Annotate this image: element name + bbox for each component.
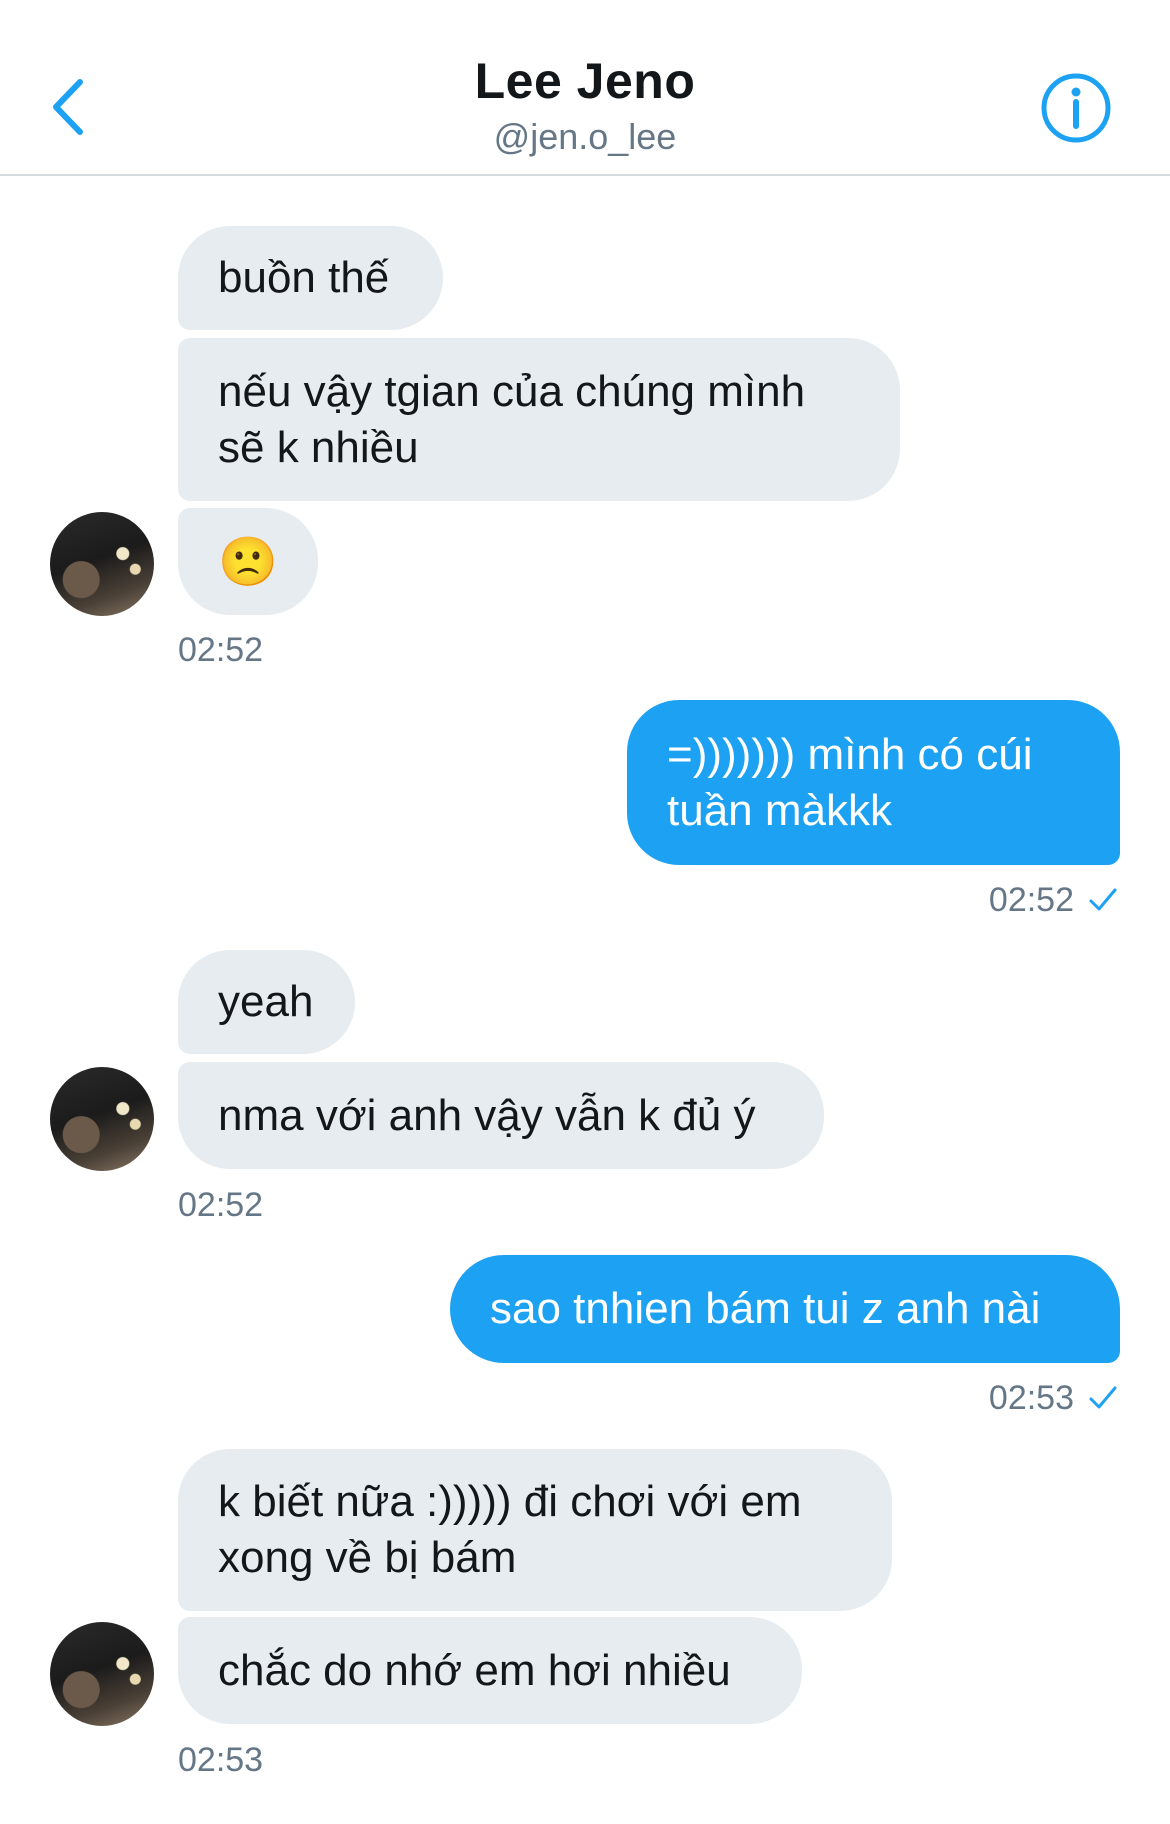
- message-timestamp: 02:52: [178, 631, 264, 669]
- avatar[interactable]: [50, 512, 154, 616]
- message-text: sao tnhien bám tui z anh nài: [490, 1284, 1041, 1333]
- incoming-message[interactable]: yeah: [178, 950, 355, 1054]
- message-text: yeah: [218, 977, 314, 1026]
- message-timestamp: 02:52: [178, 1186, 264, 1224]
- timestamp-text: 02:53: [988, 1379, 1074, 1417]
- message-timestamp: 02:52: [989, 880, 1118, 920]
- message-text: k biết nữa :))))) đi chơi với em xong về…: [218, 1477, 802, 1582]
- message-timestamp: 02:53: [989, 1378, 1118, 1418]
- incoming-message[interactable]: nma với anh vậy vẫn k đủ ý: [178, 1062, 824, 1169]
- contact-name: Lee Jeno: [474, 53, 696, 109]
- avatar[interactable]: [50, 1067, 154, 1171]
- outgoing-message[interactable]: sao tnhien bám tui z anh nài: [450, 1255, 1120, 1363]
- info-icon: [1041, 73, 1111, 143]
- checkmark-icon: [1089, 888, 1117, 911]
- message-timestamp: 02:53: [178, 1741, 264, 1779]
- outgoing-message[interactable]: =))))))) mình có cúi tuần màkkk: [627, 700, 1120, 865]
- incoming-message[interactable]: nếu vậy tgian của chúng mình sẽ k nhiều: [178, 338, 900, 501]
- checkmark-icon: [1089, 1386, 1117, 1409]
- message-text: nếu vậy tgian của chúng mình sẽ k nhiều: [218, 366, 806, 472]
- avatar[interactable]: [50, 1622, 154, 1726]
- message-text: =))))))) mình có cúi tuần màkkk: [667, 729, 1033, 835]
- timestamp-text: 02:52: [988, 881, 1074, 919]
- info-button[interactable]: [1038, 70, 1114, 146]
- message-text: chắc do nhớ em hơi nhiều: [218, 1645, 731, 1695]
- incoming-message[interactable]: chắc do nhớ em hơi nhiều: [178, 1617, 802, 1724]
- incoming-message[interactable]: k biết nữa :))))) đi chơi với em xong về…: [178, 1449, 892, 1611]
- incoming-message[interactable]: buồn thế: [178, 226, 443, 330]
- message-text: nma với anh vậy vẫn k đủ ý: [218, 1090, 756, 1140]
- message-text: buồn thế: [218, 253, 390, 302]
- contact-handle: @jen.o_lee: [493, 116, 677, 157]
- message-text: 🙁: [218, 533, 278, 590]
- conversation-header: Lee Jeno @jen.o_lee: [0, 0, 1170, 176]
- incoming-message[interactable]: 🙁: [178, 508, 318, 615]
